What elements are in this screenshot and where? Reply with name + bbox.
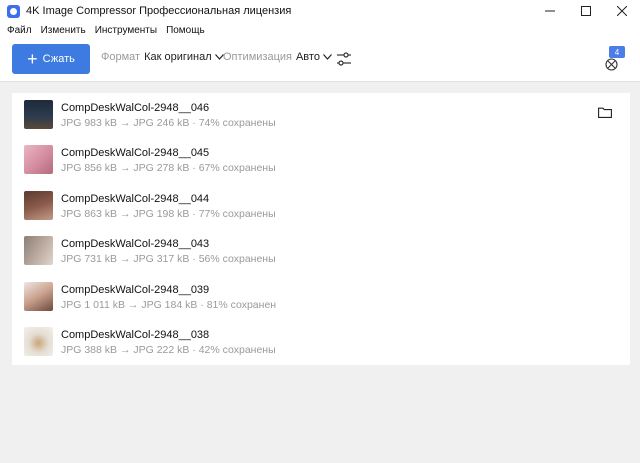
minimize-icon — [545, 10, 555, 12]
window-controls — [532, 0, 640, 22]
image-thumbnail — [24, 191, 53, 220]
menu-help[interactable]: Помощь — [166, 25, 205, 36]
list-item[interactable]: CompDeskWalCol-2948__038 JPG 388 kB → JP… — [12, 320, 630, 365]
image-thumbnail — [24, 282, 53, 311]
file-name: CompDeskWalCol-2948__046 — [61, 102, 210, 114]
compare-count-badge: 4 — [609, 46, 625, 58]
file-info: JPG 856 kB → JPG 278 kB · 67% сохранены — [61, 162, 276, 174]
list-item[interactable]: CompDeskWalCol-2948__045 JPG 856 kB → JP… — [12, 138, 630, 183]
list-item[interactable]: CompDeskWalCol-2948__043 JPG 731 kB → JP… — [12, 229, 630, 274]
image-thumbnail — [24, 236, 53, 265]
plus-icon: + — [27, 49, 38, 69]
list-item[interactable]: CompDeskWalCol-2948__044 JPG 863 kB → JP… — [12, 184, 630, 229]
title-bar: 4K Image Compressor Профессиональная лиц… — [0, 0, 640, 22]
file-info: JPG 388 kB → JPG 222 kB · 42% сохранены — [61, 344, 276, 356]
image-thumbnail — [24, 145, 53, 174]
optimization-dropdown[interactable]: Оптимизация Авто — [223, 51, 332, 63]
folder-icon[interactable] — [598, 107, 612, 118]
file-name: CompDeskWalCol-2948__043 — [61, 238, 210, 250]
file-name: CompDeskWalCol-2948__044 — [61, 193, 210, 205]
close-button[interactable] — [604, 0, 640, 22]
window-title: 4K Image Compressor Профессиональная лиц… — [26, 5, 292, 17]
app-logo-icon — [7, 4, 20, 18]
format-dropdown[interactable]: Формат Как оригинал — [101, 51, 224, 63]
file-info: JPG 983 kB → JPG 246 kB · 74% сохранены — [61, 117, 276, 129]
compress-button-label: Сжать — [42, 53, 75, 65]
file-list: CompDeskWalCol-2948__046 JPG 983 kB → JP… — [12, 93, 630, 365]
menu-bar: Файл Изменить Инструменты Помощь — [0, 22, 640, 38]
file-name: CompDeskWalCol-2948__039 — [61, 284, 210, 296]
image-thumbnail — [24, 327, 53, 356]
file-info: JPG 731 kB → JPG 317 kB · 56% сохранены — [61, 253, 276, 265]
file-info: JPG 1 011 kB → JPG 184 kB · 81% сохранен — [61, 299, 277, 311]
compress-button[interactable]: + Сжать — [12, 44, 90, 74]
sliders-settings-icon[interactable] — [336, 51, 352, 67]
image-thumbnail — [24, 100, 53, 129]
file-name: CompDeskWalCol-2948__045 — [61, 147, 210, 159]
minimize-button[interactable] — [532, 0, 568, 22]
list-item[interactable]: CompDeskWalCol-2948__046 JPG 983 kB → JP… — [12, 93, 630, 138]
file-name: CompDeskWalCol-2948__038 — [61, 329, 210, 341]
toolbar: + Сжать Формат Как оригинал Оптимизация … — [0, 38, 640, 82]
list-item[interactable]: CompDeskWalCol-2948__039 JPG 1 011 kB → … — [12, 275, 630, 320]
compare-icon — [605, 58, 618, 71]
maximize-button[interactable] — [568, 0, 604, 22]
menu-file[interactable]: Файл — [7, 25, 32, 36]
optimization-label: Оптимизация — [223, 51, 292, 63]
maximize-icon — [581, 6, 591, 16]
chevron-down-icon — [323, 54, 332, 60]
menu-tools[interactable]: Инструменты — [95, 25, 157, 36]
close-icon — [617, 6, 627, 16]
compare-results-button[interactable]: 4 — [601, 46, 627, 72]
file-info: JPG 863 kB → JPG 198 kB · 77% сохранены — [61, 208, 276, 220]
format-label: Формат — [101, 51, 141, 63]
format-value: Как оригинал — [144, 51, 212, 63]
menu-edit[interactable]: Изменить — [41, 25, 86, 36]
optimization-value: Авто — [295, 51, 320, 63]
